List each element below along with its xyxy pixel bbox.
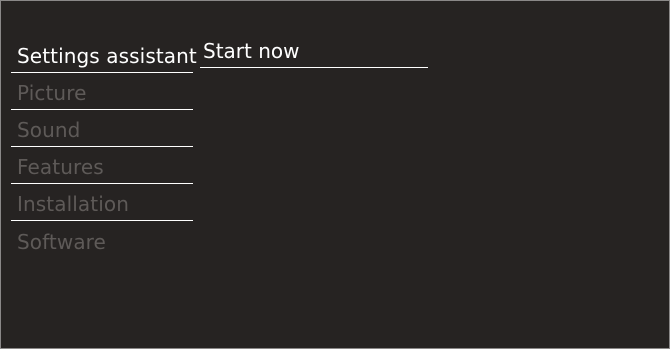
tv-settings-screen: Settings assistant Picture Sound Feature… bbox=[0, 0, 670, 349]
menu-item-features[interactable]: Features bbox=[11, 147, 193, 184]
menu-item-label: Software bbox=[17, 230, 106, 254]
menu-item-label: Sound bbox=[17, 118, 81, 142]
menu-item-label: Picture bbox=[17, 81, 87, 105]
menu-item-software[interactable]: Software bbox=[11, 221, 193, 258]
menu-item-picture[interactable]: Picture bbox=[11, 73, 193, 110]
settings-menu: Settings assistant Picture Sound Feature… bbox=[11, 36, 197, 258]
menu-item-installation[interactable]: Installation bbox=[11, 184, 193, 221]
menu-item-label: Settings assistant bbox=[17, 44, 197, 68]
submenu-item-label: Start now bbox=[203, 39, 300, 63]
submenu-item-start-now[interactable]: Start now bbox=[200, 36, 428, 68]
settings-assistant-submenu: Start now bbox=[200, 36, 428, 68]
menu-item-label: Features bbox=[17, 155, 104, 179]
menu-item-settings-assistant[interactable]: Settings assistant bbox=[11, 36, 197, 73]
menu-item-sound[interactable]: Sound bbox=[11, 110, 193, 147]
menu-item-label: Installation bbox=[17, 192, 129, 216]
